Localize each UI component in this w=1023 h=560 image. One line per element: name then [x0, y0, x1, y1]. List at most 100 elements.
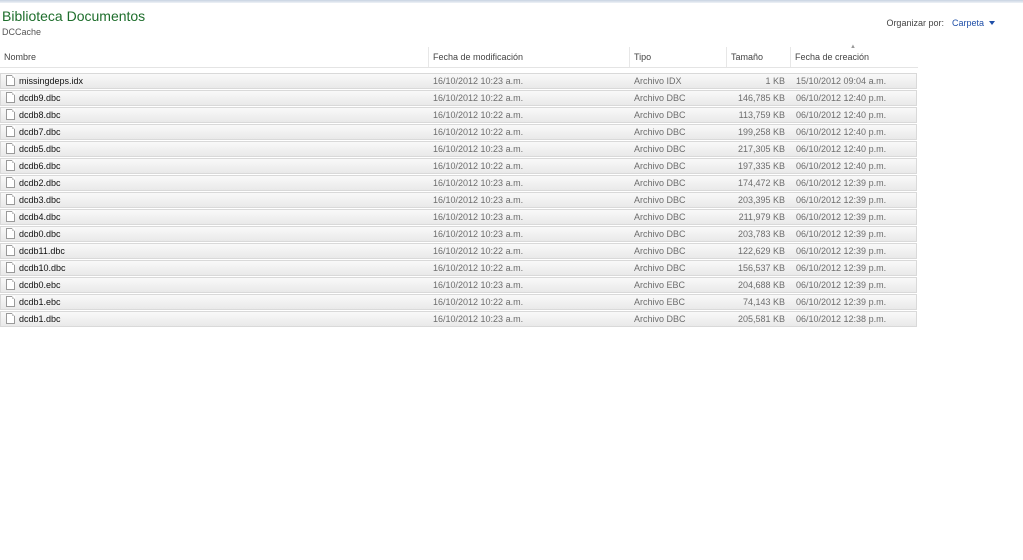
file-size: 211,979 KB	[738, 212, 785, 222]
file-icon	[6, 296, 15, 307]
file-size: 174,472 KB	[737, 178, 785, 188]
file-modified: 16/10/2012 10:22 a.m.	[433, 110, 524, 120]
file-row[interactable]: dcdb3.dbc 16/10/2012 10:23 a.m. Archivo DB…	[0, 192, 917, 208]
file-size: 203,783 KB	[737, 229, 785, 239]
file-type: Archivo DBC	[634, 314, 686, 324]
arrange-by-label: Organizar por:	[886, 18, 944, 28]
file-row[interactable]: dcdb0.dbc 16/10/2012 10:23 a.m. Archivo DB…	[0, 226, 917, 242]
file-modified: 16/10/2012 10:23 a.m.	[433, 144, 524, 154]
file-modified: 16/10/2012 10:22 a.m.	[433, 161, 524, 171]
file-name: missingdeps.idx	[19, 76, 84, 86]
file-modified: 16/10/2012 10:22 a.m.	[433, 93, 524, 103]
file-type: Archivo DBC	[634, 263, 686, 273]
file-created: 06/10/2012 12:39 p.m.	[796, 280, 887, 290]
file-name: dcdb5.dbc	[19, 144, 61, 154]
file-size: 199,258 KB	[737, 127, 785, 137]
file-type: Archivo DBC	[634, 178, 686, 188]
file-type: Archivo DBC	[634, 229, 686, 239]
file-created: 06/10/2012 12:39 p.m.	[796, 229, 887, 239]
file-row[interactable]: dcdb1.ebc 16/10/2012 10:22 a.m. Archivo EB…	[0, 294, 917, 310]
file-size: 203,395 KB	[737, 195, 785, 205]
file-row[interactable]: missingdeps.idx 16/10/2012 10:23 a.m. Arch…	[0, 73, 917, 89]
file-created: 06/10/2012 12:40 p.m.	[796, 127, 887, 137]
file-icon	[6, 211, 15, 222]
file-name: dcdb10.dbc	[19, 263, 66, 273]
file-modified: 16/10/2012 10:23 a.m.	[433, 76, 524, 86]
file-icon	[6, 75, 15, 86]
file-size: 156,537 KB	[737, 263, 785, 273]
arrange-by: Organizar por: Carpeta	[886, 18, 995, 28]
file-size: 122,629 KB	[737, 246, 785, 256]
file-row[interactable]: dcdb10.dbc 16/10/2012 10:22 a.m. Archivo D…	[0, 260, 917, 276]
file-icon	[6, 262, 15, 273]
file-name: dcdb11.dbc	[19, 246, 65, 256]
file-type: Archivo DBC	[634, 195, 686, 205]
file-modified: 16/10/2012 10:22 a.m.	[433, 297, 524, 307]
file-icon	[6, 245, 15, 256]
file-icon	[6, 143, 15, 154]
file-modified: 16/10/2012 10:22 a.m.	[433, 246, 524, 256]
file-created: 06/10/2012 12:38 p.m.	[796, 314, 887, 324]
file-modified: 16/10/2012 10:23 a.m.	[433, 195, 524, 205]
file-type: Archivo DBC	[634, 110, 686, 120]
file-icon	[6, 160, 15, 171]
file-type: Archivo DBC	[634, 127, 686, 137]
file-created: 06/10/2012 12:40 p.m.	[796, 93, 887, 103]
file-row[interactable]: dcdb1.dbc 16/10/2012 10:23 a.m. Archivo DB…	[0, 311, 917, 327]
file-size: 113,759 KB	[738, 110, 785, 120]
arrange-by-dropdown[interactable]: Carpeta	[952, 18, 995, 28]
file-size: 1 KB	[765, 76, 785, 86]
file-name: dcdb0.ebc	[19, 280, 61, 290]
library-title: Biblioteca Documentos	[2, 8, 146, 24]
file-row[interactable]: dcdb8.dbc 16/10/2012 10:22 a.m. Archivo DB…	[0, 107, 917, 123]
column-header-name[interactable]: Nombre	[0, 47, 428, 67]
file-created: 06/10/2012 12:40 p.m.	[796, 161, 887, 171]
file-type: Archivo EBC	[634, 297, 686, 307]
sort-indicator-icon: ▲	[850, 44, 856, 50]
column-header-modified[interactable]: Fecha de modificación	[429, 47, 629, 67]
file-name: dcdb0.dbc	[19, 229, 61, 239]
file-icon	[6, 126, 15, 137]
file-row[interactable]: dcdb11.dbc 16/10/2012 10:22 a.m. Archivo D…	[0, 243, 917, 259]
file-row[interactable]: dcdb9.dbc 16/10/2012 10:22 a.m. Archivo DB…	[0, 90, 917, 106]
file-created: 06/10/2012 12:40 p.m.	[796, 110, 887, 120]
file-type: Archivo DBC	[634, 93, 686, 103]
file-modified: 16/10/2012 10:23 a.m.	[433, 229, 524, 239]
file-type: Archivo DBC	[634, 161, 686, 171]
file-created: 06/10/2012 12:39 p.m.	[796, 297, 887, 307]
file-type: Archivo DBC	[634, 212, 686, 222]
file-created: 06/10/2012 12:39 p.m.	[796, 195, 887, 205]
file-created: 06/10/2012 12:40 p.m.	[796, 144, 887, 154]
column-header-size[interactable]: Tamaño	[727, 47, 790, 67]
file-type: Archivo EBC	[634, 280, 686, 290]
file-row[interactable]: dcdb0.ebc 16/10/2012 10:23 a.m. Archivo EB…	[0, 277, 917, 293]
file-size: 204,688 KB	[737, 280, 785, 290]
file-modified: 16/10/2012 10:23 a.m.	[433, 178, 524, 188]
file-row[interactable]: dcdb5.dbc 16/10/2012 10:23 a.m. Archivo DB…	[0, 141, 917, 157]
file-modified: 16/10/2012 10:23 a.m.	[433, 280, 524, 290]
file-name: dcdb9.dbc	[19, 93, 61, 103]
file-row[interactable]: dcdb7.dbc 16/10/2012 10:22 a.m. Archivo DB…	[0, 124, 917, 140]
file-row[interactable]: dcdb4.dbc 16/10/2012 10:23 a.m. Archivo DB…	[0, 209, 917, 225]
file-created: 06/10/2012 12:39 p.m.	[796, 212, 887, 222]
file-name: dcdb4.dbc	[19, 212, 61, 222]
chevron-down-icon	[989, 21, 995, 25]
window-top-border	[0, 0, 1023, 3]
file-row[interactable]: dcdb2.dbc 16/10/2012 10:23 a.m. Archivo DB…	[0, 175, 917, 191]
file-icon	[6, 109, 15, 120]
folder-name: DCCache	[2, 27, 42, 37]
file-icon	[6, 194, 15, 205]
file-icon	[6, 228, 15, 239]
file-size: 217,305 KB	[737, 144, 785, 154]
file-name: dcdb2.dbc	[19, 178, 61, 188]
column-header-created[interactable]: Fecha de creación	[791, 47, 918, 67]
file-icon	[6, 313, 15, 324]
file-row[interactable]: dcdb6.dbc 16/10/2012 10:22 a.m. Archivo DB…	[0, 158, 917, 174]
file-name: dcdb8.dbc	[19, 110, 61, 120]
file-size: 197,335 KB	[737, 161, 785, 171]
file-size: 205,581 KB	[737, 314, 785, 324]
column-header-type[interactable]: Tipo	[630, 47, 726, 67]
file-created: 15/10/2012 09:04 a.m.	[796, 76, 887, 86]
file-list: missingdeps.idx 16/10/2012 10:23 a.m. Arch…	[0, 73, 917, 328]
file-type: Archivo DBC	[634, 246, 686, 256]
